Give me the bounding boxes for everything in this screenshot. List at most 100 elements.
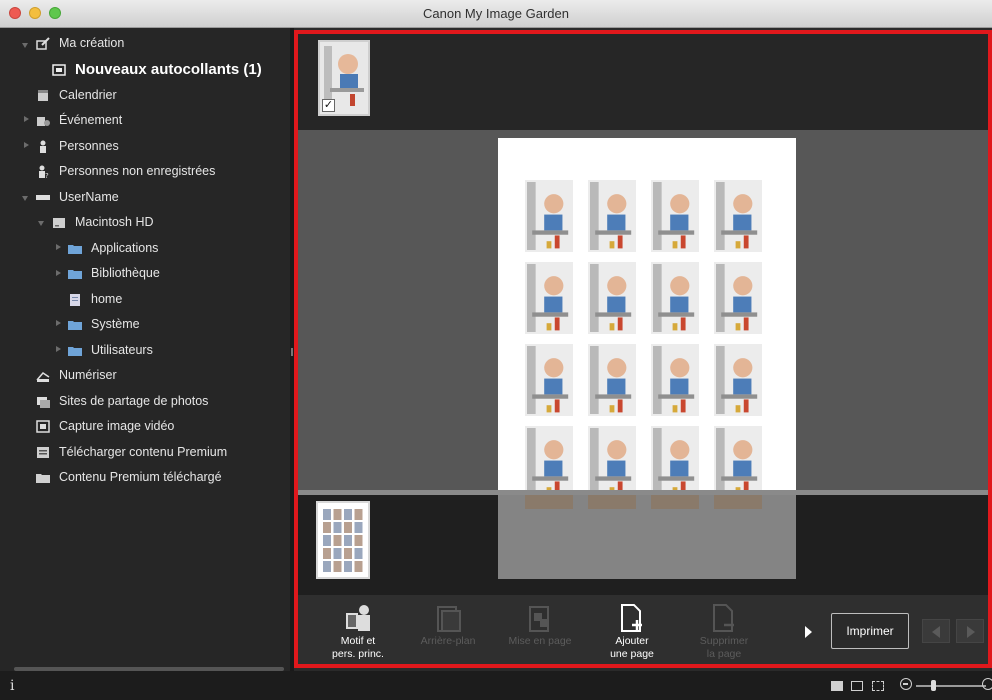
sticker-photo — [714, 426, 762, 498]
sidebar-item-label: Événement — [59, 113, 123, 127]
expand-triangle-icon[interactable] — [56, 320, 61, 326]
sidebar-item-numeriser[interactable]: Numériser — [36, 364, 117, 386]
sticker-photo — [525, 426, 573, 498]
info-icon[interactable]: i — [10, 678, 14, 694]
sidebar-item-username[interactable]: UserName — [36, 186, 119, 208]
sticker-photo — [651, 180, 699, 252]
background-button[interactable]: Arrière-plan — [410, 595, 486, 664]
sidebar-item-sites-partage[interactable]: Sites de partage de photos — [36, 390, 208, 412]
mini-sticker — [344, 548, 352, 559]
drive-icon — [36, 191, 50, 204]
title-bar: Canon My Image Garden — [0, 0, 992, 28]
sidebar-item-personnes[interactable]: Personnes — [36, 135, 119, 157]
sidebar-item-home[interactable]: home — [68, 288, 122, 310]
window-title: Canon My Image Garden — [423, 6, 569, 21]
add-page-button[interactable]: Ajouter une page — [594, 595, 670, 664]
sidebar-item-applications[interactable]: Applications — [68, 237, 158, 259]
sticker-photo — [651, 344, 699, 416]
sticker-photo — [525, 180, 573, 252]
sidebar-item-ma-creation[interactable]: Ma création — [36, 32, 124, 54]
mini-sticker — [333, 509, 342, 520]
event-icon — [36, 114, 50, 127]
sidebar-item-contenu-premium[interactable]: Contenu Premium téléchargé — [36, 466, 222, 488]
previous-page-button[interactable] — [922, 619, 950, 643]
sidebar-item-bibliotheque[interactable]: Bibliothèque — [68, 262, 160, 284]
arrow-left-icon — [932, 626, 940, 638]
mini-sticker — [323, 561, 331, 572]
zoom-out-icon[interactable] — [900, 678, 912, 690]
add-page-icon — [618, 603, 646, 633]
delete-page-icon — [710, 603, 738, 633]
delete-page-label-2: la page — [706, 648, 742, 660]
hard-disk-icon — [52, 216, 66, 229]
mini-sticker — [344, 561, 352, 572]
expand-triangle-icon[interactable] — [24, 142, 29, 148]
sidebar: Ma création Nouveaux autocollants (1) Ca… — [0, 28, 290, 671]
item-strip: ✓ — [298, 34, 988, 130]
collapse-triangle-icon[interactable] — [22, 196, 28, 201]
sidebar-item-label: Personnes — [59, 139, 119, 153]
sticker-photo — [714, 344, 762, 416]
sidebar-item-evenement[interactable]: Événement — [36, 109, 122, 131]
sidebar-item-label: Ma création — [59, 36, 125, 50]
layout-button[interactable]: Mise en page — [502, 595, 578, 664]
sidebar-item-personnes-non-enregistrees[interactable]: ? Personnes non enregistrées — [36, 160, 215, 182]
delete-page-button[interactable]: Supprimer la page — [686, 595, 762, 664]
mini-sticker — [323, 522, 331, 533]
sidebar-item-calendrier[interactable]: Calendrier — [36, 84, 117, 106]
mini-sticker — [333, 561, 342, 572]
sidebar-item-label: Télécharger contenu Premium — [59, 445, 228, 459]
item-view-icon[interactable] — [831, 681, 843, 691]
full-screen-icon[interactable] — [872, 681, 884, 691]
my-art-icon — [36, 36, 50, 50]
sidebar-item-telecharger-premium[interactable]: Télécharger contenu Premium — [36, 441, 227, 463]
svg-text:?: ? — [45, 172, 49, 178]
next-page-button[interactable] — [956, 619, 984, 643]
item-thumbnail[interactable]: ✓ — [318, 40, 370, 116]
edit-area: ✓ Motif et pers. princ. Arrière-plan Mis… — [294, 30, 992, 668]
expand-triangle-icon[interactable] — [56, 346, 61, 352]
zoom-slider-thumb[interactable] — [931, 680, 936, 691]
page-thumbnail[interactable] — [316, 501, 370, 579]
expand-triangle-icon[interactable] — [56, 270, 61, 276]
sidebar-item-label: Macintosh HD — [75, 215, 154, 229]
expand-triangle-icon[interactable] — [22, 43, 28, 48]
design-label-1: Motif et — [340, 635, 376, 647]
mini-sticker — [344, 509, 352, 520]
sticker-photo — [714, 180, 762, 252]
collapse-triangle-icon[interactable] — [38, 221, 44, 226]
mini-sticker — [354, 509, 363, 520]
zoom-in-icon[interactable] — [982, 678, 992, 690]
design-main-subject-button[interactable]: Motif et pers. princ. — [320, 595, 396, 664]
sidebar-item-nouveaux-autocollants[interactable]: Nouveaux autocollants (1) — [52, 58, 262, 80]
sidebar-item-systeme[interactable]: Système — [68, 313, 140, 335]
sidebar-item-label: Calendrier — [59, 88, 117, 102]
mini-sticker — [323, 548, 331, 559]
splitter-grip-icon — [291, 348, 293, 356]
sidebar-item-utilisateurs[interactable]: Utilisateurs — [68, 339, 153, 361]
sticker-photo — [588, 344, 636, 416]
sidebar-item-capture-video[interactable]: Capture image vidéo — [36, 415, 174, 437]
expand-triangle-icon[interactable] — [56, 244, 61, 250]
home-icon — [68, 293, 82, 306]
sticker-photo — [525, 262, 573, 334]
zoom-slider-track[interactable] — [916, 685, 986, 687]
sidebar-item-label: Sites de partage de photos — [59, 394, 209, 408]
sticker-photo-overflow — [588, 495, 636, 509]
toolbar-more-arrow-icon[interactable] — [805, 626, 812, 638]
sticker-photo — [588, 180, 636, 252]
sidebar-item-label: home — [91, 292, 123, 306]
sticker-photo-overflow — [651, 495, 699, 509]
layout-label: Mise en page — [508, 635, 572, 647]
mini-sticker — [333, 548, 342, 559]
folder-icon — [68, 242, 82, 255]
background-label: Arrière-plan — [420, 635, 476, 647]
sticker-photo — [525, 344, 573, 416]
calendar-icon — [36, 89, 50, 102]
single-view-icon[interactable] — [851, 681, 863, 691]
selected-checkbox[interactable]: ✓ — [322, 99, 335, 112]
print-button[interactable]: Imprimer — [831, 613, 909, 649]
expand-triangle-icon[interactable] — [24, 116, 29, 122]
sidebar-item-label: Système — [91, 317, 140, 331]
sidebar-item-macintosh-hd[interactable]: Macintosh HD — [52, 211, 154, 233]
